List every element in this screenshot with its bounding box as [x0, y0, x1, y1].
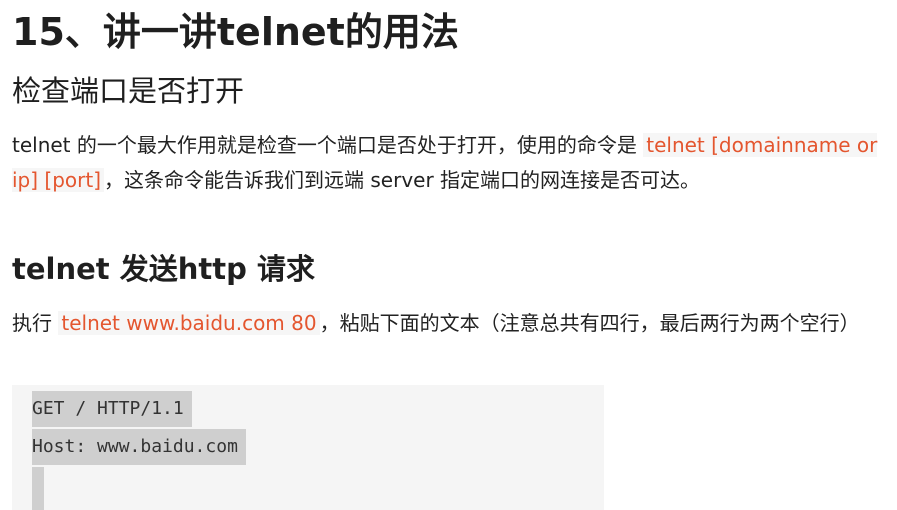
section-heading-http-request: telnet 发送http 请求	[12, 252, 315, 286]
section-paragraph-http-request: 执行 telnet www.baidu.com 80 ，粘贴下面的文本（注意总共有…	[12, 306, 892, 341]
paragraph-text: 执行	[12, 311, 59, 335]
paragraph-text: ，粘贴下面的文本（注意总共有四行，最后两行为两个空行）	[319, 311, 860, 335]
code-line: GET / HTTP/1.1	[32, 391, 192, 427]
inline-code: telnet www.baidu.com 80	[58, 311, 320, 335]
paragraph-text: telnet 的一个最大作用就是检查一个端口是否处于打开，使用的命令是	[12, 133, 644, 157]
section-paragraph-check-port: telnet 的一个最大作用就是检查一个端口是否处于打开，使用的命令是 teln…	[12, 128, 892, 198]
paragraph-text: ，这条命令能告诉我们到远端 server 指定端口的网连接是否可达。	[104, 168, 701, 192]
section-heading-check-port: 检查端口是否打开	[12, 74, 245, 108]
code-line: Host: www.baidu.com	[32, 429, 246, 465]
page-title: 15、讲一讲telnet的用法	[12, 10, 459, 54]
code-block[interactable]: GET / HTTP/1.1 Host: www.baidu.com	[12, 385, 604, 510]
